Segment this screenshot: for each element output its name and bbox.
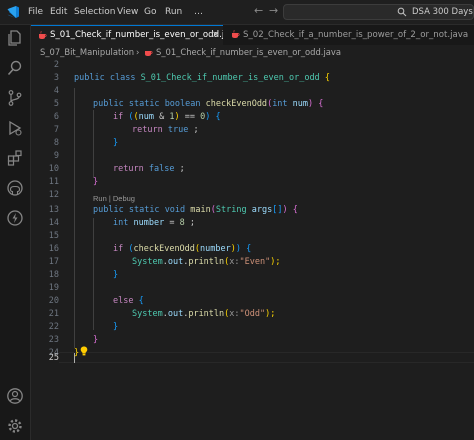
code-line: public static boolean checkEvenOdd(int n…	[93, 99, 324, 109]
breadcrumb-folder[interactable]: S_07_Bit_Manipulation	[40, 45, 134, 60]
command-center-search[interactable]: DSA 300 Days	[283, 4, 474, 20]
line-number: 20	[48, 296, 59, 306]
line-number: 21	[48, 309, 59, 319]
breadcrumb-file[interactable]: S_01_Check_if_number_is_even_or_odd.java	[156, 45, 341, 60]
tab-label: S_01_Check_if_number_is_even_or_odd.java	[50, 30, 223, 40]
menu-selection[interactable]: Selection	[74, 0, 115, 24]
java-file-icon	[145, 51, 153, 56]
menu-view[interactable]: View	[117, 0, 138, 24]
line-number: 19	[48, 283, 59, 293]
line-number-current: 25	[48, 353, 59, 363]
activity-bar	[0, 25, 31, 440]
search-icon[interactable]	[6, 59, 24, 77]
code-line: }	[113, 322, 119, 332]
code-line: System.out.println(x:"Even");	[132, 257, 281, 267]
thunder-icon[interactable]	[6, 209, 24, 227]
line-number: 12	[48, 190, 59, 200]
code-line: public static void main(String args[]) {	[93, 205, 298, 215]
account-icon[interactable]	[6, 387, 24, 405]
search-icon	[397, 7, 407, 17]
line-number: 16	[48, 244, 59, 254]
code-editor[interactable]: 2 3 4 5 6 7 8 9 10 11 12 13 14 15 16 17 …	[31, 60, 474, 440]
code-line: }	[93, 177, 99, 187]
java-file-icon	[232, 30, 240, 38]
close-tab-icon[interactable]: ×	[212, 26, 220, 44]
editor-tabs: S_01_Check_if_number_is_even_or_odd.java…	[31, 25, 474, 46]
line-number: 18	[48, 270, 59, 280]
codelens-run-debug[interactable]: Run | Debug	[93, 194, 135, 203]
line-number: 3	[53, 73, 59, 83]
line-number: 22	[48, 322, 59, 332]
tab-label: S_02_Check_if_a_number_is_power_of_2_or_…	[243, 30, 469, 40]
code-line: else {	[113, 296, 144, 306]
java-file-icon	[39, 31, 47, 39]
line-number: 10	[48, 164, 59, 174]
current-line-highlight	[59, 352, 474, 363]
code-line: if (checkEvenOdd(number)) {	[113, 244, 252, 254]
extensions-icon[interactable]	[6, 149, 24, 167]
github-icon[interactable]	[6, 179, 24, 197]
line-number: 23	[48, 335, 59, 345]
vscode-logo-icon	[7, 6, 19, 18]
line-number: 5	[53, 99, 59, 109]
tab-even-odd[interactable]: S_01_Check_if_number_is_even_or_odd.java…	[31, 25, 223, 45]
source-control-icon[interactable]	[6, 89, 24, 107]
code-line: return true ;	[132, 125, 199, 135]
indent-guide	[93, 218, 94, 330]
settings-gear-icon[interactable]	[6, 417, 24, 435]
title-bar: File Edit Selection View Go Run … ← → DS…	[0, 0, 474, 25]
line-number: 15	[48, 231, 59, 241]
code-line: System.out.println(x:"Odd");	[132, 309, 276, 319]
code-line: }	[93, 335, 99, 345]
code-line: }	[113, 270, 119, 280]
code-line: }	[74, 348, 80, 358]
line-number: 7	[53, 125, 59, 135]
menu-run[interactable]: Run	[165, 0, 182, 24]
line-number: 11	[48, 177, 59, 187]
line-number: 6	[53, 112, 59, 122]
menu-edit[interactable]: Edit	[50, 0, 67, 24]
line-number: 4	[53, 86, 59, 96]
explorer-icon[interactable]	[6, 29, 24, 47]
indent-guide	[93, 110, 94, 178]
line-number: 2	[53, 60, 59, 70]
breadcrumb-separator: ›	[136, 47, 140, 57]
code-line: int number = 8 ;	[113, 218, 195, 228]
menu-file[interactable]: File	[28, 0, 43, 24]
tab-power-of-2[interactable]: S_02_Check_if_a_number_is_power_of_2_or_…	[224, 25, 474, 45]
run-debug-icon[interactable]	[6, 119, 24, 137]
code-line: }	[113, 138, 119, 148]
forward-arrow-icon[interactable]: →	[269, 4, 278, 17]
workspace-name: DSA 300 Days	[412, 7, 473, 17]
breadcrumb: S_07_Bit_Manipulation › S_01_Check_if_nu…	[31, 45, 474, 60]
line-number: 9	[53, 151, 59, 161]
back-arrow-icon[interactable]: ←	[254, 4, 263, 17]
menu-go[interactable]: Go	[144, 0, 156, 24]
code-line: if ((num & 1) == 0) {	[113, 112, 221, 122]
line-number: 17	[48, 257, 59, 267]
line-number: 8	[53, 138, 59, 148]
menu-more[interactable]: …	[194, 0, 203, 24]
indent-guide	[74, 88, 75, 348]
lightbulb-icon[interactable]	[80, 346, 88, 356]
line-number: 13	[48, 205, 59, 215]
code-line: public class S_01_Check_if_number_is_eve…	[74, 73, 330, 83]
line-number: 14	[48, 218, 59, 228]
code-line: return false ;	[113, 164, 185, 174]
